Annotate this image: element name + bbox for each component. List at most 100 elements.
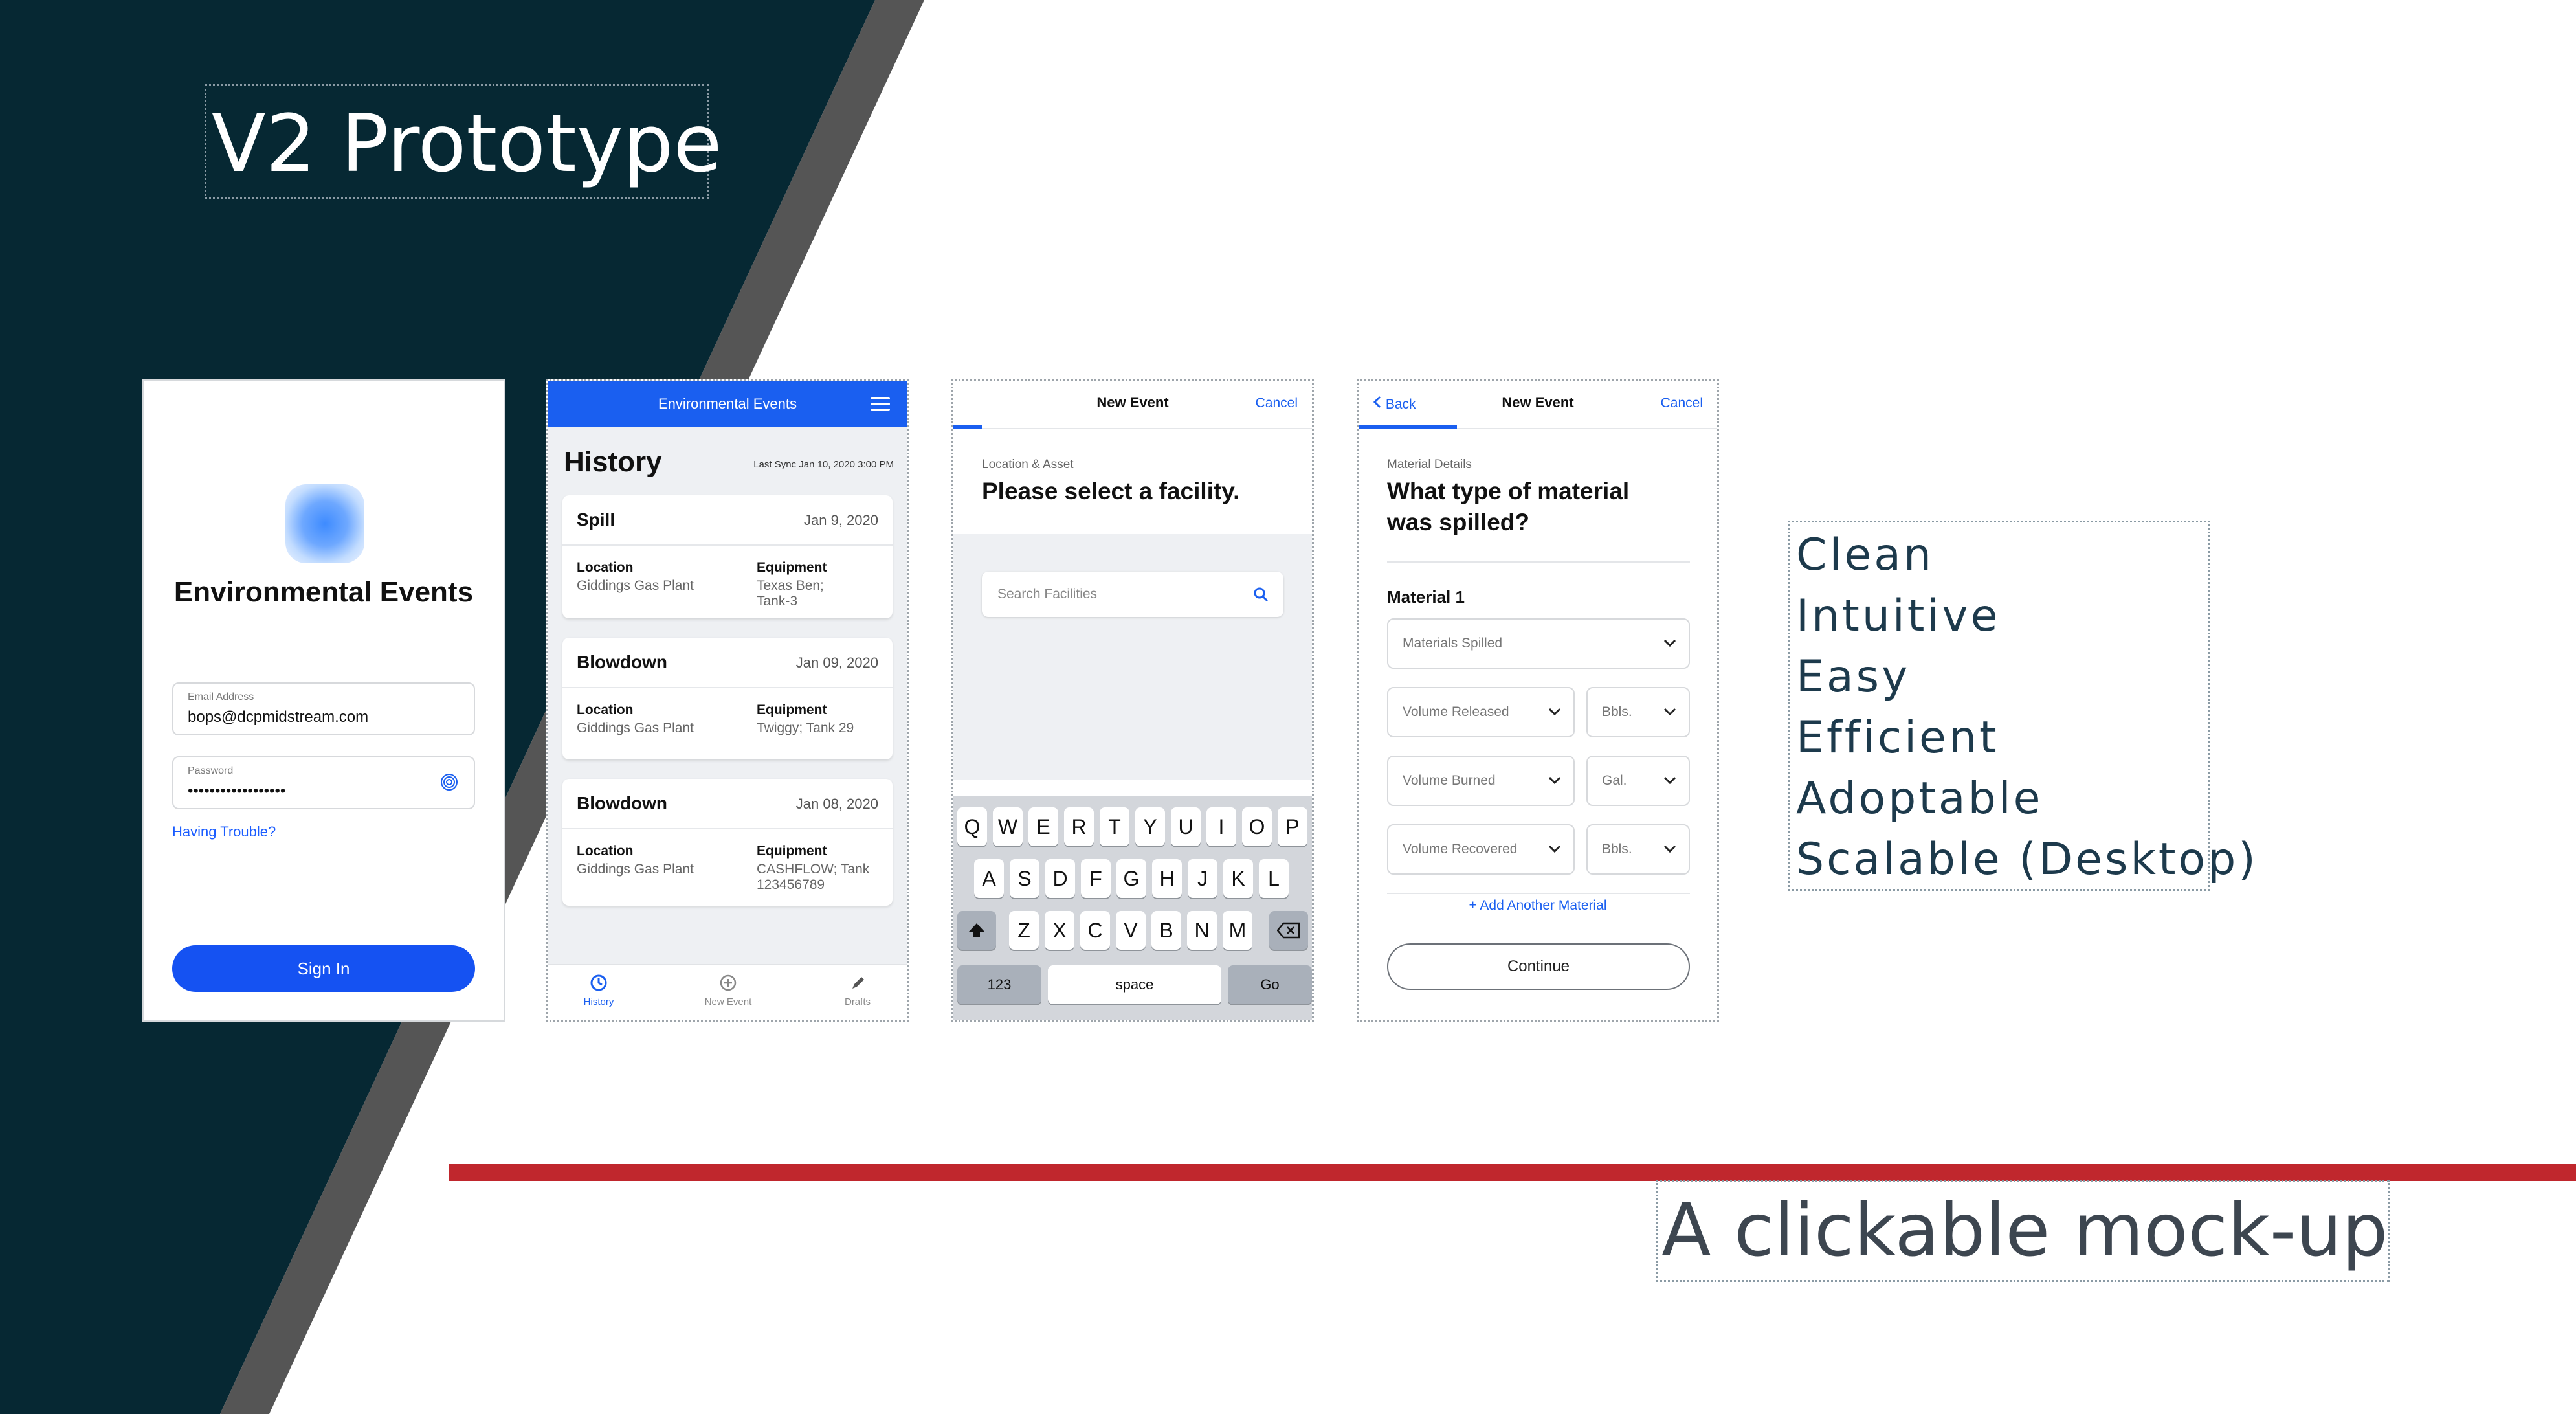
feature-item: Intuitive	[1796, 590, 2001, 642]
tab-drafts[interactable]: Drafts	[819, 973, 896, 1007]
volume-recovered-select[interactable]: Volume Recovered	[1387, 824, 1575, 875]
key-z[interactable]: Z	[1009, 911, 1039, 950]
tab-history[interactable]: History	[560, 973, 638, 1007]
key-h[interactable]: H	[1152, 859, 1182, 898]
continue-button[interactable]: Continue	[1387, 943, 1690, 990]
drafts-icon	[852, 977, 864, 989]
key-f[interactable]: F	[1081, 859, 1111, 898]
chevron-down-icon	[1548, 776, 1561, 785]
key-w[interactable]: W	[993, 807, 1023, 846]
chevron-down-icon	[1663, 776, 1676, 785]
question-text: Please select a facility.	[982, 478, 1240, 504]
event-card[interactable]: Blowdown Jan 09, 2020 Location Equipment…	[562, 638, 893, 759]
search-placeholder: Search Facilities	[997, 587, 1098, 601]
materials-spilled-value: Materials Spilled	[1403, 636, 1503, 651]
volume-recovered-value: Volume Recovered	[1403, 842, 1518, 857]
last-sync: Last Sync Jan 10, 2020 3:00 PM	[753, 459, 894, 470]
key-c[interactable]: C	[1080, 911, 1110, 950]
event-date: Jan 09, 2020	[795, 655, 878, 671]
key-q[interactable]: Q	[957, 807, 987, 846]
slide-subtitle: A clickable mock-up	[1656, 1180, 2390, 1282]
shift-key[interactable]	[957, 911, 996, 950]
volume-released-value: Volume Released	[1403, 704, 1509, 719]
volume-burned-value: Volume Burned	[1403, 773, 1496, 788]
key-y[interactable]: Y	[1135, 807, 1165, 846]
key-e[interactable]: E	[1028, 807, 1058, 846]
equipment-label: Equipment	[757, 702, 827, 717]
password-field[interactable]: Password ••••••••••••••••••	[172, 756, 475, 809]
key-d[interactable]: D	[1045, 859, 1075, 898]
backspace-key[interactable]	[1269, 911, 1308, 950]
materials-spilled-select[interactable]: Materials Spilled	[1387, 618, 1690, 669]
key-o[interactable]: O	[1242, 807, 1272, 846]
nav-bar: Back New Event Cancel	[1359, 381, 1717, 429]
numbers-key[interactable]: 123	[957, 965, 1041, 1004]
unit-value: Bbls.	[1602, 842, 1632, 857]
key-v[interactable]: V	[1116, 911, 1146, 950]
backspace-icon	[1276, 922, 1300, 939]
key-u[interactable]: U	[1171, 807, 1201, 846]
password-value: ••••••••••••••••••	[188, 782, 286, 800]
equipment-label: Equipment	[757, 844, 827, 858]
event-equipment: CASHFLOW; Tank 123456789	[757, 862, 870, 892]
key-b[interactable]: B	[1151, 911, 1181, 950]
key-m[interactable]: M	[1223, 911, 1252, 950]
section-label: Location & Asset	[982, 458, 1074, 471]
menu-icon[interactable]	[871, 397, 890, 414]
key-a[interactable]: A	[974, 859, 1004, 898]
feature-item: Clean	[1796, 530, 1934, 581]
space-key[interactable]: space	[1048, 965, 1221, 1004]
event-date: Jan 08, 2020	[795, 796, 878, 812]
feature-item: Adoptable	[1796, 773, 2043, 824]
key-i[interactable]: I	[1206, 807, 1236, 846]
key-x[interactable]: X	[1045, 911, 1074, 950]
card-divider	[562, 544, 893, 546]
material-screen: Back New Event Cancel Material Details W…	[1357, 379, 1719, 1022]
key-n[interactable]: N	[1187, 911, 1217, 950]
section-label: Material Details	[1387, 458, 1472, 471]
unit-select[interactable]: Bbls.	[1586, 687, 1690, 737]
keyboard: Q W E R T Y U I O P A S D F G H J K L Z …	[953, 796, 1312, 1020]
new-event-icon	[720, 974, 737, 991]
key-r[interactable]: R	[1064, 807, 1094, 846]
key-j[interactable]: J	[1188, 859, 1217, 898]
question-line1: What type of material	[1387, 478, 1630, 504]
key-l[interactable]: L	[1259, 859, 1289, 898]
add-material-link[interactable]: + Add Another Material	[1359, 898, 1717, 914]
sign-in-button[interactable]: Sign In	[172, 945, 475, 992]
search-input[interactable]: Search Facilities	[982, 572, 1283, 617]
divider	[1387, 561, 1690, 563]
chevron-down-icon	[1663, 845, 1676, 853]
go-key[interactable]: Go	[1228, 965, 1312, 1004]
feature-item: Efficient	[1796, 712, 1999, 763]
volume-burned-select[interactable]: Volume Burned	[1387, 756, 1575, 806]
key-g[interactable]: G	[1116, 859, 1146, 898]
event-card[interactable]: Blowdown Jan 08, 2020 Location Equipment…	[562, 779, 893, 906]
chevron-down-icon	[1663, 708, 1676, 716]
event-type: Blowdown	[577, 793, 667, 813]
search-icon[interactable]	[1252, 586, 1269, 603]
key-s[interactable]: S	[1010, 859, 1039, 898]
divider	[1387, 893, 1690, 894]
event-equipment: Texas Ben; Tank-3	[757, 578, 824, 609]
key-p[interactable]: P	[1278, 807, 1307, 846]
key-t[interactable]: T	[1100, 807, 1129, 846]
card-divider	[562, 828, 893, 829]
email-value: bops@dcpmidstream.com	[188, 708, 369, 726]
unit-select[interactable]: Gal.	[1586, 756, 1690, 806]
nav-bar: New Event Cancel	[953, 381, 1312, 429]
having-trouble-link[interactable]: Having Trouble?	[172, 824, 276, 840]
key-k[interactable]: K	[1223, 859, 1253, 898]
material-label: Material 1	[1387, 587, 1465, 607]
history-screen: Environmental Events History Last Sync J…	[546, 379, 909, 1022]
cancel-button[interactable]: Cancel	[1661, 396, 1703, 411]
event-card[interactable]: Spill Jan 9, 2020 Location Equipment Gid…	[562, 495, 893, 618]
tab-new-event[interactable]: New Event	[689, 973, 767, 1007]
history-header-title: Environmental Events	[658, 396, 797, 412]
email-field[interactable]: Email Address bops@dcpmidstream.com	[172, 682, 475, 735]
unit-select[interactable]: Bbls.	[1586, 824, 1690, 875]
cancel-button[interactable]: Cancel	[1256, 396, 1298, 411]
event-equipment: Twiggy; Tank 29	[757, 721, 854, 735]
volume-released-select[interactable]: Volume Released	[1387, 687, 1575, 737]
fingerprint-icon[interactable]	[440, 773, 458, 791]
